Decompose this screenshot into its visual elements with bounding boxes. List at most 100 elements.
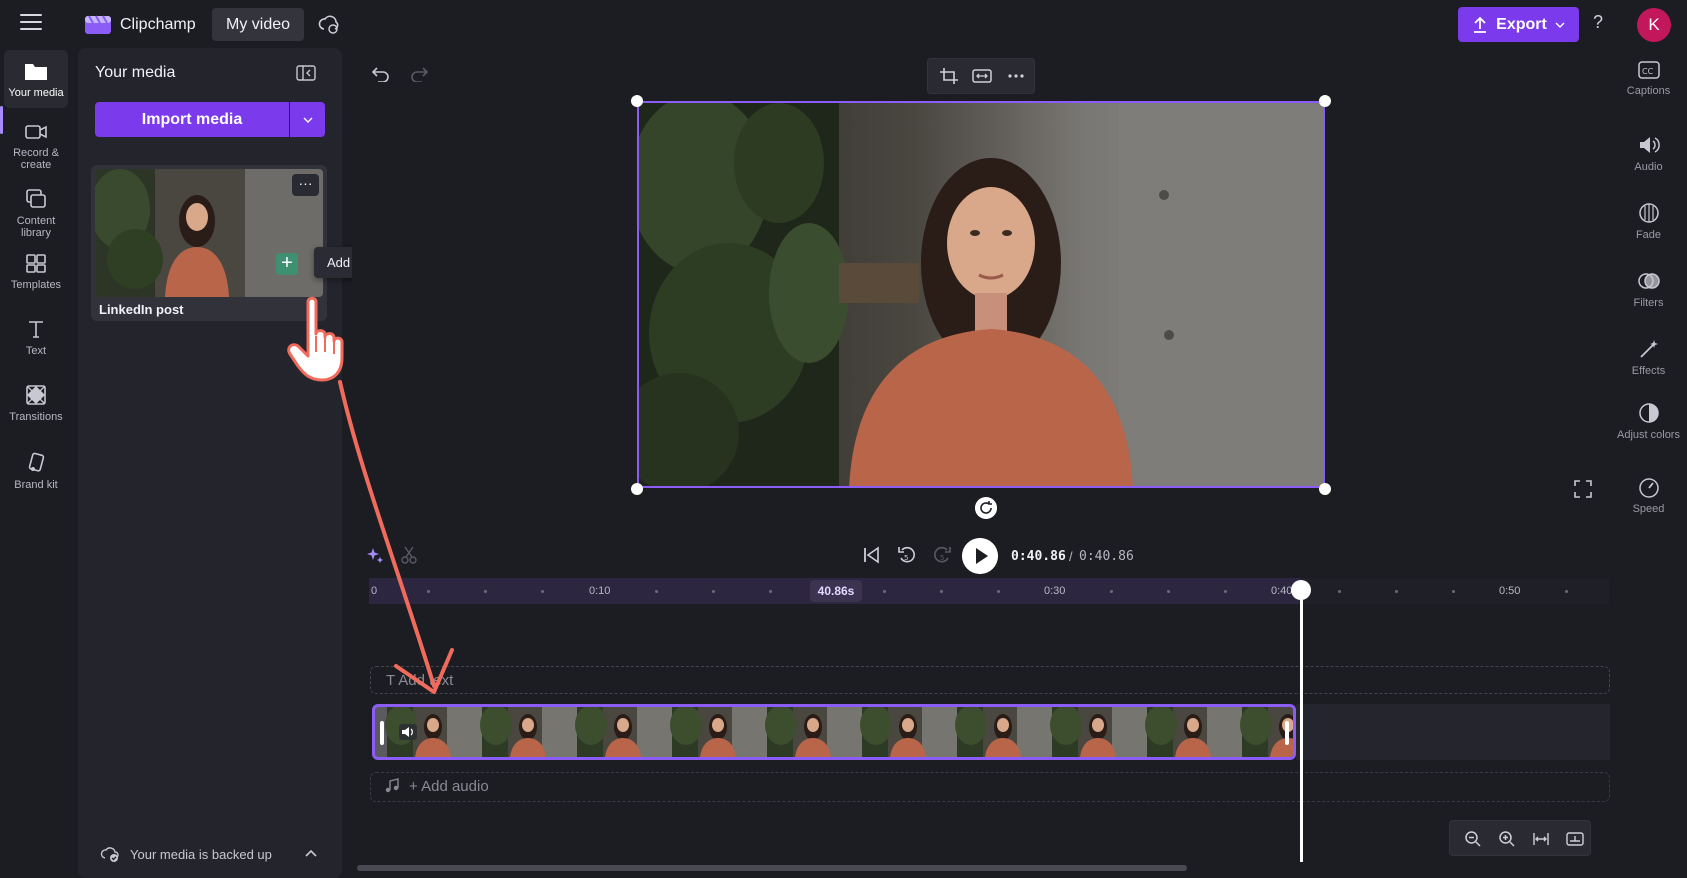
rightnav-item-audio[interactable]: Audio [1610,134,1687,173]
crop-icon[interactable] [939,67,959,85]
resize-handle-bottom-left[interactable] [631,483,643,495]
resize-handle-top-right[interactable] [1319,95,1331,107]
ruler-dot [427,590,430,593]
clip-trim-handle-left[interactable] [380,721,384,745]
magic-sparkle-icon[interactable] [366,546,384,564]
ruler-dot [541,590,544,593]
video-clip[interactable] [372,704,1296,760]
rightnav-item-fade[interactable]: Fade [1610,202,1687,241]
fade-icon [1638,203,1659,223]
skip-back-icon[interactable] [862,546,880,564]
scissors-icon [401,546,417,564]
nav-label: Content library [16,215,56,239]
avatar[interactable]: K [1637,8,1671,42]
nav-label: Brand kit [14,479,58,491]
playhead-line [1300,592,1303,862]
rewind-5-icon[interactable]: 5 [896,544,918,566]
active-indicator [0,106,3,134]
right-nav: CC Captions Audio Fade Filters Effects A… [1610,48,1687,878]
media-item-label: LinkedIn post [99,302,184,317]
add-text-label: T Add text [386,672,454,689]
rightnav-label: Captions [1626,85,1671,97]
nav-item-record-create[interactable]: Record & create [4,122,68,171]
media-more-button[interactable]: ··· [292,174,319,196]
panel-title: Your media [95,64,176,81]
time-marker-badge: 40.86s [810,580,862,602]
timeline-view-icon[interactable] [1566,830,1584,848]
nav-item-transitions[interactable]: Transitions [4,384,68,423]
nav-item-text[interactable]: Text [4,318,68,357]
playhead-handle[interactable] [1291,580,1311,600]
import-dropdown-button[interactable] [290,102,325,137]
import-media-button[interactable]: Import media [95,102,289,137]
nav-item-your-media[interactable]: Your media [4,50,68,108]
project-name-field[interactable]: My video [212,8,305,41]
ruler-dot [1395,590,1398,593]
video-frame-image [639,103,1323,486]
add-audio-track[interactable] [370,772,1610,802]
top-bar: Clipchamp My video Export ? K [0,0,1687,48]
ruler-tick: 0:50 [1499,585,1521,597]
rightnav-item-adjust-colors[interactable]: Adjust colors [1610,402,1687,441]
rightnav-item-effects[interactable]: Effects [1610,338,1687,377]
clipchamp-logo-icon [85,15,111,34]
zoom-out-icon[interactable] [1464,830,1482,848]
resize-handle-top-left[interactable] [631,95,643,107]
clipchamp-editor: Clipchamp My video Export ? K Your media… [0,0,1687,878]
rightnav-item-captions[interactable]: CC Captions [1610,60,1687,97]
transitions-icon [26,385,46,405]
menu-icon[interactable] [20,14,42,32]
upload-icon [1474,16,1487,33]
collapse-panel-icon[interactable] [296,64,316,82]
nav-item-templates[interactable]: Templates [4,252,68,291]
timeline-ruler-extension [1301,578,1609,604]
rightnav-label: Fade [1635,229,1662,241]
export-button[interactable]: Export [1458,7,1579,42]
rotate-icon[interactable] [975,497,997,519]
captions-icon: CC [1637,61,1660,79]
rightnav-label: Adjust colors [1617,429,1680,441]
timeline-horizontal-scrollbar[interactable] [357,865,1187,871]
effects-icon [1639,340,1658,358]
rightnav-item-filters[interactable]: Filters [1610,270,1687,309]
help-icon[interactable]: ? [1593,12,1603,33]
chevron-down-icon [303,117,312,123]
pointing-hand-cursor-icon [287,296,344,382]
adjust-colors-icon [1638,403,1659,423]
ruler-tick: 0:10 [589,585,611,597]
resize-handle-bottom-right[interactable] [1319,483,1331,495]
fullscreen-icon[interactable] [1574,480,1592,498]
empty-track-area [1296,704,1610,760]
backup-status-text: Your media is backed up [130,847,272,862]
media-panel: Your media Import media ··· LinkedIn pos… [78,48,342,878]
ruler-dot [997,590,1000,593]
text-icon [29,321,43,338]
backup-status-row[interactable]: Your media is backed up [78,836,342,874]
nav-item-content-library[interactable]: Content library [4,188,68,239]
more-options-icon[interactable] [1006,67,1026,85]
clip-volume-icon[interactable] [399,724,417,740]
clip-filmstrip [385,707,1293,757]
export-label: Export [1496,15,1547,33]
nav-label: Transitions [9,411,63,423]
ruler-dot [1565,590,1568,593]
chevron-up-icon[interactable] [304,848,318,858]
undo-icon[interactable] [372,66,390,82]
zoom-toolbar [1449,820,1591,856]
brand-kit-icon [28,452,45,472]
nav-item-brand-kit[interactable]: Brand kit [4,452,68,491]
add-text-track[interactable] [370,666,1610,694]
cloud-sync-icon[interactable] [318,13,340,35]
play-button[interactable] [962,538,998,574]
video-preview[interactable] [637,101,1325,488]
fit-icon[interactable] [972,67,992,85]
rightnav-item-speed[interactable]: Speed [1610,476,1687,515]
preview-toolbar [927,58,1035,94]
current-time: 0:40.86 [1011,549,1066,564]
add-to-timeline-button[interactable]: + [276,253,298,275]
clip-trim-handle-right[interactable] [1285,721,1289,745]
zoom-in-icon[interactable] [1498,830,1516,848]
ruler-tick: 0 [371,585,378,597]
fit-timeline-icon[interactable] [1532,830,1550,848]
forward-5-icon: 5 [934,546,951,563]
